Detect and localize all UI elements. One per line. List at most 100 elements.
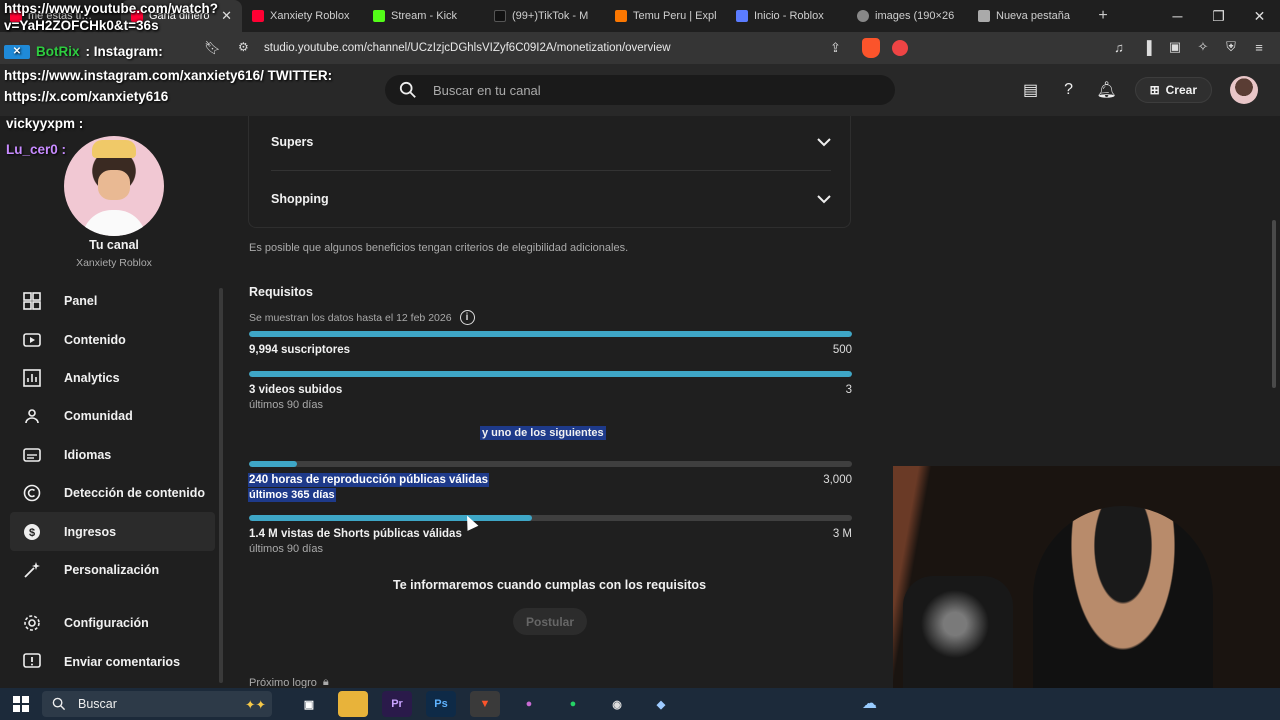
site-info-icon[interactable]: ⚙ xyxy=(238,40,249,54)
tab-label: Nueva pestaña xyxy=(996,10,1070,22)
main-scrollbar[interactable] xyxy=(1272,220,1276,388)
taskbar: Buscar ✦✦ ▣ Pr Ps ▼ ● ● ◉ ◆ ☁ xyxy=(0,688,1280,720)
sidebar: Tu canal Xanxiety Roblox Panel Contenido… xyxy=(0,116,228,688)
close-tab-icon[interactable]: ✕ xyxy=(221,8,232,24)
channel-name: Xanxiety Roblox xyxy=(76,257,152,269)
sidebar-item-languages[interactable]: Idiomas xyxy=(10,436,215,474)
feedback-icon xyxy=(22,652,42,672)
browser-tab[interactable]: images (190×26 xyxy=(847,0,968,32)
tab-label: images (190×26 xyxy=(875,10,955,22)
streamer-figure xyxy=(1033,506,1213,688)
accordion-supers[interactable]: Supers xyxy=(271,114,831,170)
premiere-icon[interactable]: Pr xyxy=(382,691,412,717)
sidebar-scrollbar[interactable] xyxy=(219,288,223,683)
requirement-period: últimos 365 días xyxy=(248,488,336,502)
browser-tab[interactable]: Nueva pestaña xyxy=(968,0,1089,32)
steam-icon[interactable]: ◆ xyxy=(646,691,676,717)
task-view-icon[interactable]: ▣ xyxy=(294,691,324,717)
sidebar-item-customization[interactable]: Personalización xyxy=(10,551,215,589)
feedback-messages-icon[interactable]: ▤ xyxy=(1021,80,1041,100)
tab-label: Temu Peru | Expl xyxy=(633,10,717,22)
minimize-icon[interactable]: ─ xyxy=(1157,0,1198,32)
brave-rewards-icon[interactable] xyxy=(892,40,908,56)
sidebar-item-label: Detección de contenido xyxy=(64,486,205,501)
bot-name: BotRix xyxy=(36,44,80,59)
sidebar-item-settings[interactable]: Configuración xyxy=(10,604,215,642)
accordion-shopping[interactable]: Shopping xyxy=(271,171,831,227)
browser-tab[interactable]: (99+)TikTok - M xyxy=(484,0,605,32)
sidebar-item-earn[interactable]: $ Ingresos xyxy=(10,512,215,551)
close-window-icon[interactable]: ✕ xyxy=(1239,0,1280,32)
sidebar-item-label: Configuración xyxy=(64,616,149,631)
accordion-label: Shopping xyxy=(271,192,329,206)
sidebar-toggle-icon[interactable]: ▐ xyxy=(1138,38,1156,56)
obs-icon[interactable]: ◉ xyxy=(602,691,632,717)
inform-message: Te informaremos cuando cumplas con los r… xyxy=(392,578,707,592)
sidebar-item-feedback[interactable]: Enviar comentarios xyxy=(10,642,215,680)
vpn-icon[interactable]: ⛨ xyxy=(1222,38,1240,56)
menu-icon[interactable]: ≡ xyxy=(1250,38,1268,56)
sidebar-item-analytics[interactable]: Analytics xyxy=(10,359,215,397)
chevron-down-icon xyxy=(817,195,831,204)
sidebar-item-label: Idiomas xyxy=(64,447,112,462)
tab-favicon xyxy=(736,10,748,22)
apply-button[interactable]: Postular xyxy=(513,608,587,635)
tab-favicon xyxy=(615,10,627,22)
requirements-date-text: Se muestran los datos hasta el 12 feb 20… xyxy=(249,311,452,324)
sidebar-item-label: Analytics xyxy=(64,370,120,385)
sidebar-item-community[interactable]: Comunidad xyxy=(10,397,215,435)
wallet-icon[interactable]: ▣ xyxy=(1166,38,1184,56)
info-icon[interactable]: i xyxy=(459,310,475,325)
tab-favicon xyxy=(978,10,990,22)
account-avatar[interactable] xyxy=(1230,76,1258,104)
window-controls: ─ ❐ ✕ xyxy=(1157,0,1280,32)
tab-label: Stream - Kick xyxy=(391,10,458,22)
tab-favicon xyxy=(252,10,264,22)
discord-icon[interactable]: ● xyxy=(514,691,544,717)
browser-tab[interactable]: Stream - Kick xyxy=(363,0,484,32)
taskbar-search[interactable]: Buscar ✦✦ xyxy=(42,691,272,717)
requirements-date: Se muestran los datos hasta el 12 feb 20… xyxy=(249,310,475,325)
help-icon[interactable]: ? xyxy=(1059,80,1079,100)
share-icon[interactable]: ⇪ xyxy=(830,40,841,56)
ai-assistant-icon[interactable]: ✧ xyxy=(1194,38,1212,56)
sidebar-bottom-nav: Configuración Enviar comentarios xyxy=(10,604,215,681)
maximize-icon[interactable]: ❐ xyxy=(1198,0,1239,32)
whatsapp-icon[interactable]: ● xyxy=(558,691,588,717)
sidebar-item-label: Contenido xyxy=(64,332,126,347)
windows-start-icon[interactable] xyxy=(0,688,42,720)
requirement-target: 3 xyxy=(845,384,852,396)
create-button[interactable]: ⊞ Crear xyxy=(1134,77,1212,103)
file-explorer-icon[interactable] xyxy=(338,691,368,717)
search-box[interactable]: Buscar en tu canal xyxy=(385,75,895,105)
bookmark-icon[interactable]: 🔖︎ xyxy=(204,40,221,56)
audio-icon[interactable]: ♫ xyxy=(1110,38,1128,56)
content-icon xyxy=(22,330,42,350)
benefits-card: Supers Shopping xyxy=(248,116,851,228)
sidebar-item-content[interactable]: Contenido xyxy=(10,320,215,358)
brave-shields-icon[interactable] xyxy=(862,38,880,58)
create-label: Crear xyxy=(1165,83,1197,97)
weather-icon[interactable]: ☁ xyxy=(862,694,877,712)
webcam-feed xyxy=(893,466,1280,688)
sidebar-item-panel[interactable]: Panel xyxy=(10,282,215,320)
taskbar-apps: ▣ Pr Ps ▼ ● ● ◉ ◆ xyxy=(294,691,676,717)
browser-tab[interactable]: Inicio - Roblox xyxy=(726,0,847,32)
address-bar: 🔖︎ ⚙ studio.youtube.com/channel/UCzIzjcD… xyxy=(0,32,1280,64)
new-tab-icon[interactable]: + xyxy=(1089,7,1117,25)
browser-tab[interactable]: Temu Peru | Expl xyxy=(605,0,726,32)
stream-overlay-link: https://www.youtube.com/watch? v=YaH2ZOF… xyxy=(4,0,218,34)
photoshop-icon[interactable]: Ps xyxy=(426,691,456,717)
sidebar-item-content-detection[interactable]: Detección de contenido xyxy=(10,474,215,512)
stream-overlay-bot: ✕ BotRix: Instagram: xyxy=(4,44,163,59)
notifications-icon[interactable]: 🔔︎ xyxy=(1096,80,1116,100)
earn-icon: $ xyxy=(22,522,42,542)
browser-tab[interactable]: Xanxiety Roblox xyxy=(242,0,363,32)
sidebar-item-label: Enviar comentarios xyxy=(64,654,181,669)
url-text[interactable]: studio.youtube.com/channel/UCzIzjcDGhlsV… xyxy=(264,42,671,54)
avatar-shirt xyxy=(82,210,146,236)
eligibility-note: Es posible que algunos beneficios tengan… xyxy=(249,242,629,254)
brave-browser-icon[interactable]: ▼ xyxy=(470,691,500,717)
channel-avatar[interactable] xyxy=(64,136,164,236)
requirement-label: 9,994 suscriptores xyxy=(249,344,351,356)
